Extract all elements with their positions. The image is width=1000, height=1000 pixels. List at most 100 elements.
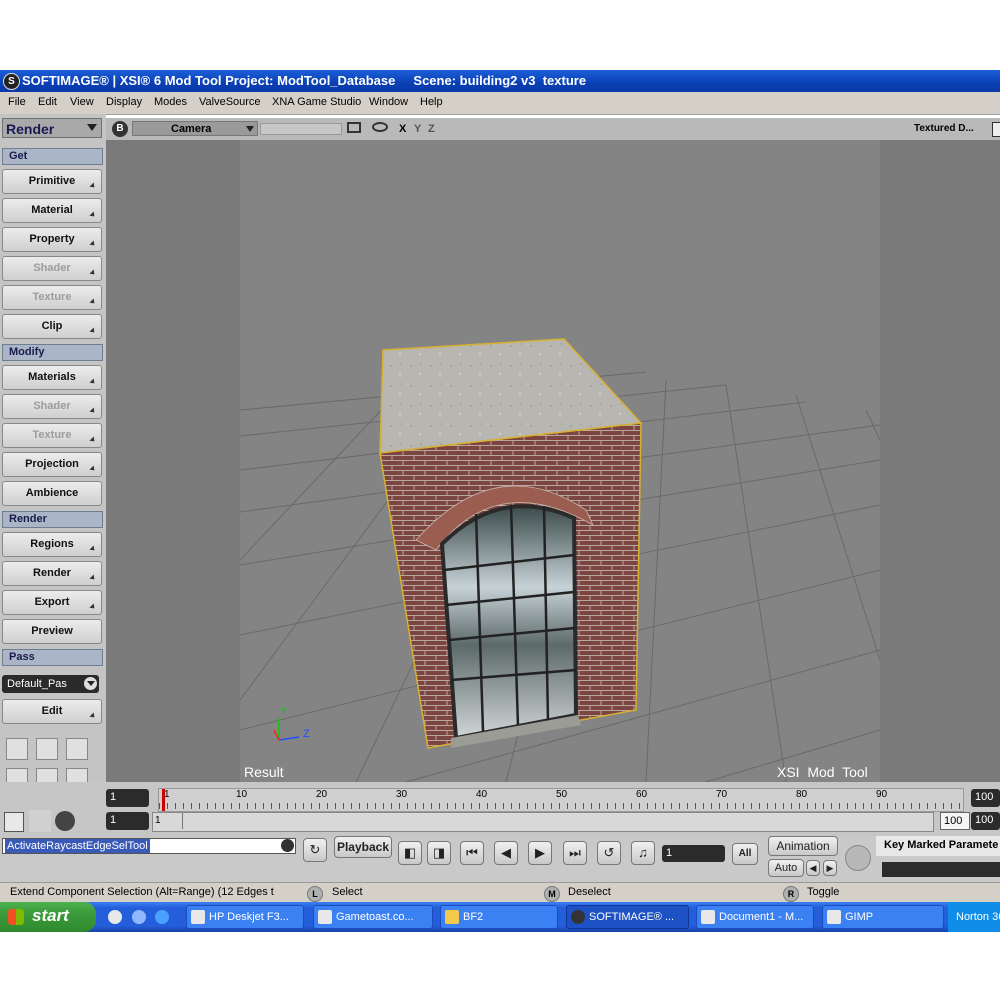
menu-file[interactable]: File	[8, 96, 26, 108]
start-button[interactable]: start	[0, 902, 96, 932]
animation-button[interactable]: Animation	[768, 836, 838, 856]
material-button[interactable]: Material	[2, 198, 102, 223]
menu-help[interactable]: Help	[420, 96, 443, 108]
viewport-result-label: Result	[244, 764, 284, 780]
first-frame-icon[interactable]: ◧	[398, 841, 422, 865]
property-button[interactable]: Property	[2, 227, 102, 252]
task-hp-deskjet[interactable]: HP Deskjet F3...	[186, 905, 304, 929]
ambience-button[interactable]: Ambience	[2, 481, 102, 506]
layout-grid-icon[interactable]	[66, 738, 88, 760]
range-start-field[interactable]: 1	[106, 812, 149, 830]
rewind-icon[interactable]: ⏮	[460, 841, 484, 865]
export-button[interactable]: Export	[2, 590, 102, 615]
task-gametoast[interactable]: Gametoast.co...	[313, 905, 433, 929]
menu-display[interactable]: Display	[106, 96, 142, 108]
task-gimp[interactable]: GIMP	[822, 905, 944, 929]
view-slot-buttons[interactable]	[260, 123, 342, 135]
menu-window[interactable]: Window	[369, 96, 408, 108]
range-end-field[interactable]: 100	[971, 812, 1000, 830]
task-softimage[interactable]: SOFTIMAGE® ...	[566, 905, 689, 929]
auto-key-button[interactable]: Auto	[768, 859, 804, 877]
clip-button[interactable]: Clip	[2, 314, 102, 339]
current-frame-field[interactable]: 1	[662, 845, 725, 862]
prev-keyframe-icon[interactable]: ◀	[806, 860, 820, 876]
modify-texture-label: Texture	[32, 429, 72, 441]
menu-edit[interactable]: Edit	[38, 96, 57, 108]
texture-button[interactable]: Texture	[2, 285, 102, 310]
key-marked-parameters-button[interactable]: Key Marked Paramete	[876, 836, 1000, 856]
loop-playback-icon[interactable]: ↺	[597, 841, 621, 865]
axis-x-toggle[interactable]: X	[399, 123, 406, 135]
axis-y-toggle[interactable]: Y	[414, 123, 421, 135]
system-tray[interactable]: Norton 36	[948, 902, 1000, 932]
menu-xna-game-studio[interactable]: XNA Game Studio	[272, 96, 361, 108]
command-line[interactable]: ActivateRaycastEdgeSelTool	[2, 838, 296, 854]
layout-split-icon[interactable]	[36, 738, 58, 760]
shader-button[interactable]: Shader	[2, 256, 102, 281]
materials-button[interactable]: Materials	[2, 365, 102, 390]
camera-icon[interactable]	[347, 122, 361, 133]
render-button[interactable]: Render	[2, 561, 102, 586]
toolbar-mode-select[interactable]: Render	[2, 118, 102, 138]
viewport-letter-badge[interactable]: B	[112, 121, 128, 137]
last-frame-icon[interactable]: ⏭	[563, 841, 587, 865]
loop-icon[interactable]: ↻	[303, 838, 327, 862]
softimage-logo-icon: S	[3, 73, 20, 90]
3d-viewport[interactable]: Y Z Result XSI Mod Tool	[106, 140, 1000, 782]
window-title: SOFTIMAGE® | XSI® 6 Mod Tool Project: Mo…	[22, 73, 587, 88]
play-forward-icon[interactable]: ▶	[528, 841, 552, 865]
range-slider[interactable]: 1	[152, 812, 934, 832]
pass-select[interactable]: Default_Pas	[2, 675, 99, 693]
pass-edit-button[interactable]: Edit	[2, 699, 102, 724]
menu-valvesource[interactable]: ValveSource	[199, 96, 261, 108]
middle-click-hint: Deselect	[568, 886, 611, 898]
tick-20: 20	[316, 789, 328, 800]
messenger-icon[interactable]	[132, 910, 146, 924]
key-slider[interactable]	[882, 862, 1000, 877]
preview-button[interactable]: Preview	[2, 619, 102, 644]
maximize-viewport-icon[interactable]	[992, 122, 1000, 137]
tool-icons-area	[0, 782, 106, 838]
timeline-ruler[interactable]: 1 10 20 30 40 50 60 70 80 90	[158, 788, 964, 812]
range-inner-start[interactable]: 1	[153, 813, 183, 829]
menu-modes[interactable]: Modes	[154, 96, 187, 108]
timeline-end-field[interactable]: 100	[971, 789, 1000, 807]
menu-view[interactable]: View	[70, 96, 94, 108]
tick-40: 40	[476, 789, 488, 800]
layout-quad-icon[interactable]	[6, 738, 28, 760]
mouse-middle-icon: M	[544, 886, 560, 902]
regions-button[interactable]: Regions	[2, 532, 102, 557]
timeline-start-field[interactable]: 1	[106, 789, 149, 807]
range-inner-end-field[interactable]: 100	[940, 812, 970, 830]
task-document1[interactable]: Document1 - M...	[696, 905, 814, 929]
display-mode-select[interactable]: Textured D...	[914, 123, 974, 134]
modify-shader-button[interactable]: Shader	[2, 394, 102, 419]
task-gimp-label: GIMP	[845, 911, 874, 923]
internet-explorer-icon[interactable]	[155, 910, 169, 924]
play-backward-icon[interactable]: ◀	[494, 841, 518, 865]
eye-icon[interactable]	[372, 122, 388, 132]
prev-key-icon[interactable]: ◨	[427, 841, 451, 865]
axis-z-toggle[interactable]: Z	[428, 123, 435, 135]
camera-select[interactable]: Camera	[132, 121, 258, 136]
property-label: Property	[29, 233, 75, 245]
projection-button[interactable]: Projection	[2, 452, 102, 477]
start-label: start	[32, 906, 69, 925]
word-icon	[701, 910, 715, 924]
chevron-down-icon	[87, 124, 97, 131]
key-icon[interactable]	[845, 845, 871, 871]
brush-tool-icon[interactable]	[29, 810, 51, 832]
all-button[interactable]: All	[732, 843, 758, 865]
modify-texture-button[interactable]: Texture	[2, 423, 102, 448]
task-bf2-label: BF2	[463, 911, 484, 923]
next-keyframe-icon[interactable]: ▶	[823, 860, 837, 876]
palette-icon[interactable]	[55, 811, 75, 831]
task-gametoast-label: Gametoast.co...	[336, 911, 414, 923]
primitive-button[interactable]: Primitive	[2, 169, 102, 194]
audio-icon[interactable]: ♫	[631, 841, 655, 865]
playback-button[interactable]: Playback	[334, 836, 392, 858]
task-bf2[interactable]: BF2	[440, 905, 558, 929]
select-tool-icon[interactable]	[4, 812, 24, 832]
media-player-icon[interactable]	[108, 910, 122, 924]
window-title-bar: S SOFTIMAGE® | XSI® 6 Mod Tool Project: …	[0, 70, 1000, 92]
